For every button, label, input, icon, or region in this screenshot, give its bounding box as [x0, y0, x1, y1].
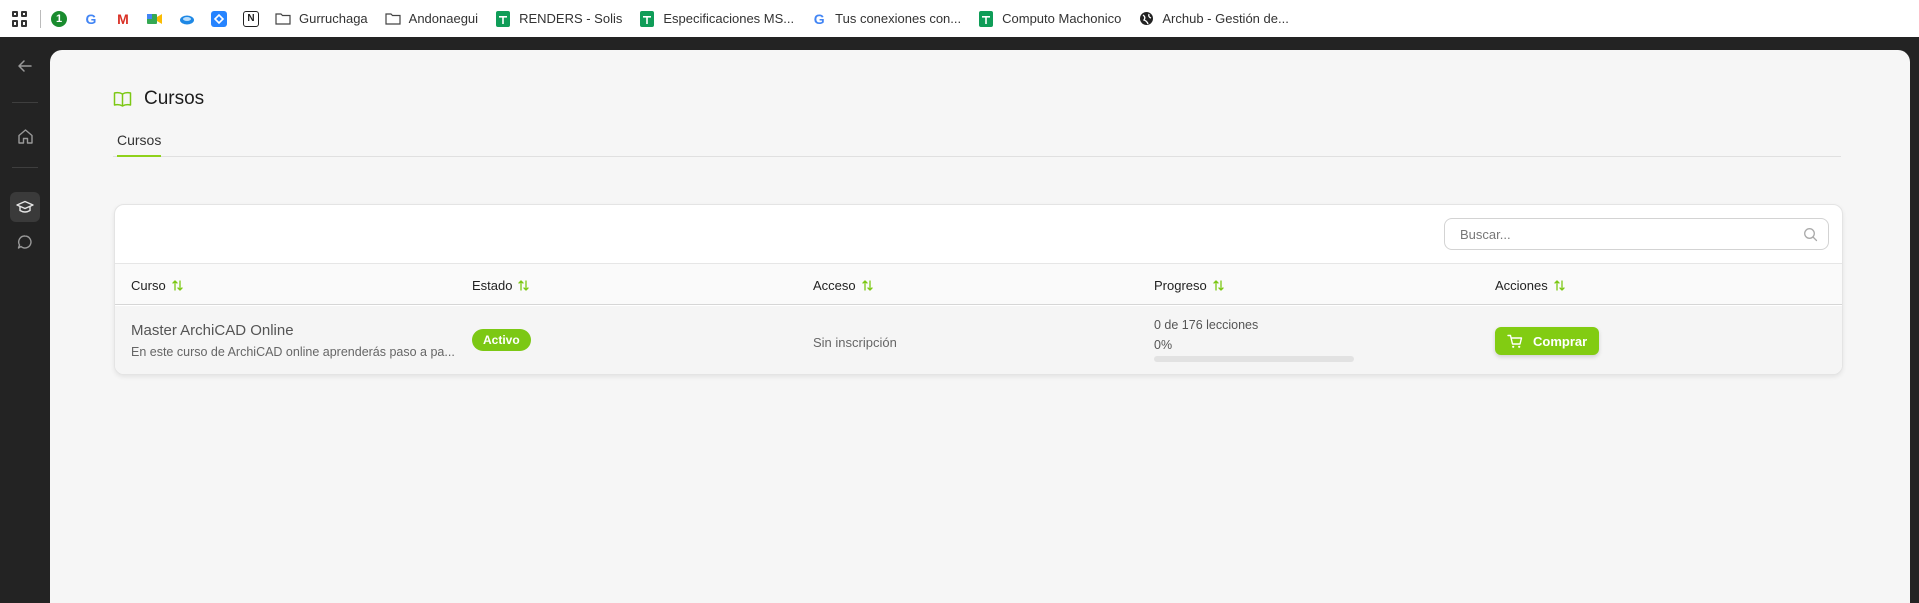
home-icon [17, 128, 33, 144]
column-header-actions[interactable]: Acciones [1495, 264, 1565, 306]
bookmark-label: Tus conexiones con... [835, 11, 962, 26]
sheets-icon [495, 10, 511, 27]
shopping-cart-icon [1507, 334, 1523, 348]
course-name[interactable]: Master ArchiCAD Online [131, 322, 461, 339]
courses-table-card: Curso Estado Acceso Progreso Acciones [114, 204, 1843, 375]
left-sidebar [0, 37, 50, 603]
progress-bar [1154, 356, 1354, 362]
bookmark-label: Computo Machonico [1002, 11, 1122, 26]
column-header-progress[interactable]: Progreso [1154, 264, 1224, 306]
sort-icon [1213, 279, 1224, 291]
search-field[interactable] [1444, 218, 1829, 250]
chat-bubble-icon [17, 235, 32, 249]
bookmark-computo-machonico[interactable]: Computo Machonico [978, 10, 1122, 27]
bookmarks-separator [40, 9, 41, 28]
sort-icon [861, 279, 873, 291]
book-open-icon [113, 91, 132, 107]
bookmark-label: Gurruchaga [299, 11, 368, 26]
sidebar-divider [12, 167, 38, 168]
bookmark-especificaciones[interactable]: Especificaciones MS... [639, 10, 795, 27]
column-header-label: Progreso [1154, 277, 1207, 293]
search-icon [1804, 228, 1818, 242]
bookmark-andonaegui[interactable]: Andonaegui [385, 11, 478, 27]
bookmark-gurruchaga[interactable]: Gurruchaga [275, 11, 368, 27]
course-cell: Master ArchiCAD Online En este curso de … [131, 322, 461, 359]
course-description: En este curso de ArchiCAD online aprende… [131, 345, 455, 359]
jira-icon[interactable] [211, 10, 227, 27]
apps-grid-icon[interactable] [12, 10, 28, 27]
column-header-label: Curso [131, 277, 166, 293]
progress-percent: 0% [1154, 338, 1173, 352]
search-input[interactable] [1445, 219, 1785, 249]
sidebar-item-home[interactable] [10, 121, 40, 151]
bookmark-archub[interactable]: Archub - Gestión de... [1138, 11, 1289, 27]
sidebar-divider [12, 102, 38, 103]
access-status: Sin inscripción [813, 335, 897, 350]
sidebar-item-courses[interactable] [10, 192, 40, 222]
arrow-left-icon [18, 60, 32, 72]
sheets-icon [639, 10, 655, 27]
column-header-course[interactable]: Curso [131, 264, 183, 306]
globe-icon [1138, 11, 1154, 27]
notion-icon[interactable]: N [243, 10, 259, 27]
bookmark-label: RENDERS - Solis [519, 11, 623, 26]
column-header-label: Estado [472, 277, 513, 293]
sidebar-item-messages[interactable] [10, 227, 40, 257]
buy-button-label: Comprar [1533, 333, 1588, 349]
sheets-icon [978, 10, 994, 27]
column-header-access[interactable]: Acceso [813, 264, 873, 306]
meet-icon[interactable] [147, 11, 163, 27]
bookmark-renders-solis[interactable]: RENDERS - Solis [495, 10, 623, 27]
back-button[interactable] [10, 51, 40, 81]
bookmark-label: Especificaciones MS... [663, 11, 795, 26]
google-icon: G [813, 10, 825, 27]
bookmark-label: Archub - Gestión de... [1162, 11, 1289, 26]
folder-icon [275, 11, 291, 27]
folder-icon [385, 11, 401, 27]
buy-button[interactable]: Comprar [1495, 327, 1600, 355]
bookmarks-bar: 1 G M N Gurruchaga Andonaegui RENDERS - … [0, 0, 1919, 37]
column-header-label: Acceso [813, 277, 856, 293]
page-header: Cursos [113, 88, 204, 110]
bookmark-label: Andonaegui [408, 11, 479, 26]
google-icon[interactable]: G [83, 11, 99, 27]
sort-icon [172, 279, 183, 291]
progress-cell: 0 de 176 lecciones 0% [1154, 318, 1354, 362]
column-header-status[interactable]: Estado [472, 264, 530, 306]
access-cell: Sin inscripción [813, 334, 897, 352]
page-title: Cursos [144, 88, 205, 109]
graduation-cap-icon [16, 200, 34, 213]
status-cell: Activo [472, 329, 531, 351]
table-row[interactable]: Master ArchiCAD Online En este curso de … [115, 306, 1842, 374]
status-badge: Activo [472, 329, 531, 351]
gmail-icon[interactable]: M [115, 11, 131, 27]
sort-icon [1554, 279, 1565, 291]
sort-icon [518, 279, 530, 291]
cloud-icon[interactable] [179, 11, 195, 27]
progress-lessons: 0 de 176 lecciones [1154, 318, 1259, 332]
table-header: Curso Estado Acceso Progreso Acciones [115, 263, 1842, 306]
actions-cell: Comprar [1495, 327, 1600, 355]
column-header-label: Acciones [1495, 277, 1548, 293]
main-panel: Cursos Cursos Curso Estado Acceso Progre… [50, 50, 1910, 603]
bookmark-tus-conexiones[interactable]: G Tus conexiones con... [811, 11, 961, 27]
onepassword-icon[interactable]: 1 [51, 10, 67, 27]
tab-bar: Cursos [113, 130, 1841, 157]
tab-cursos[interactable]: Cursos [117, 130, 162, 157]
